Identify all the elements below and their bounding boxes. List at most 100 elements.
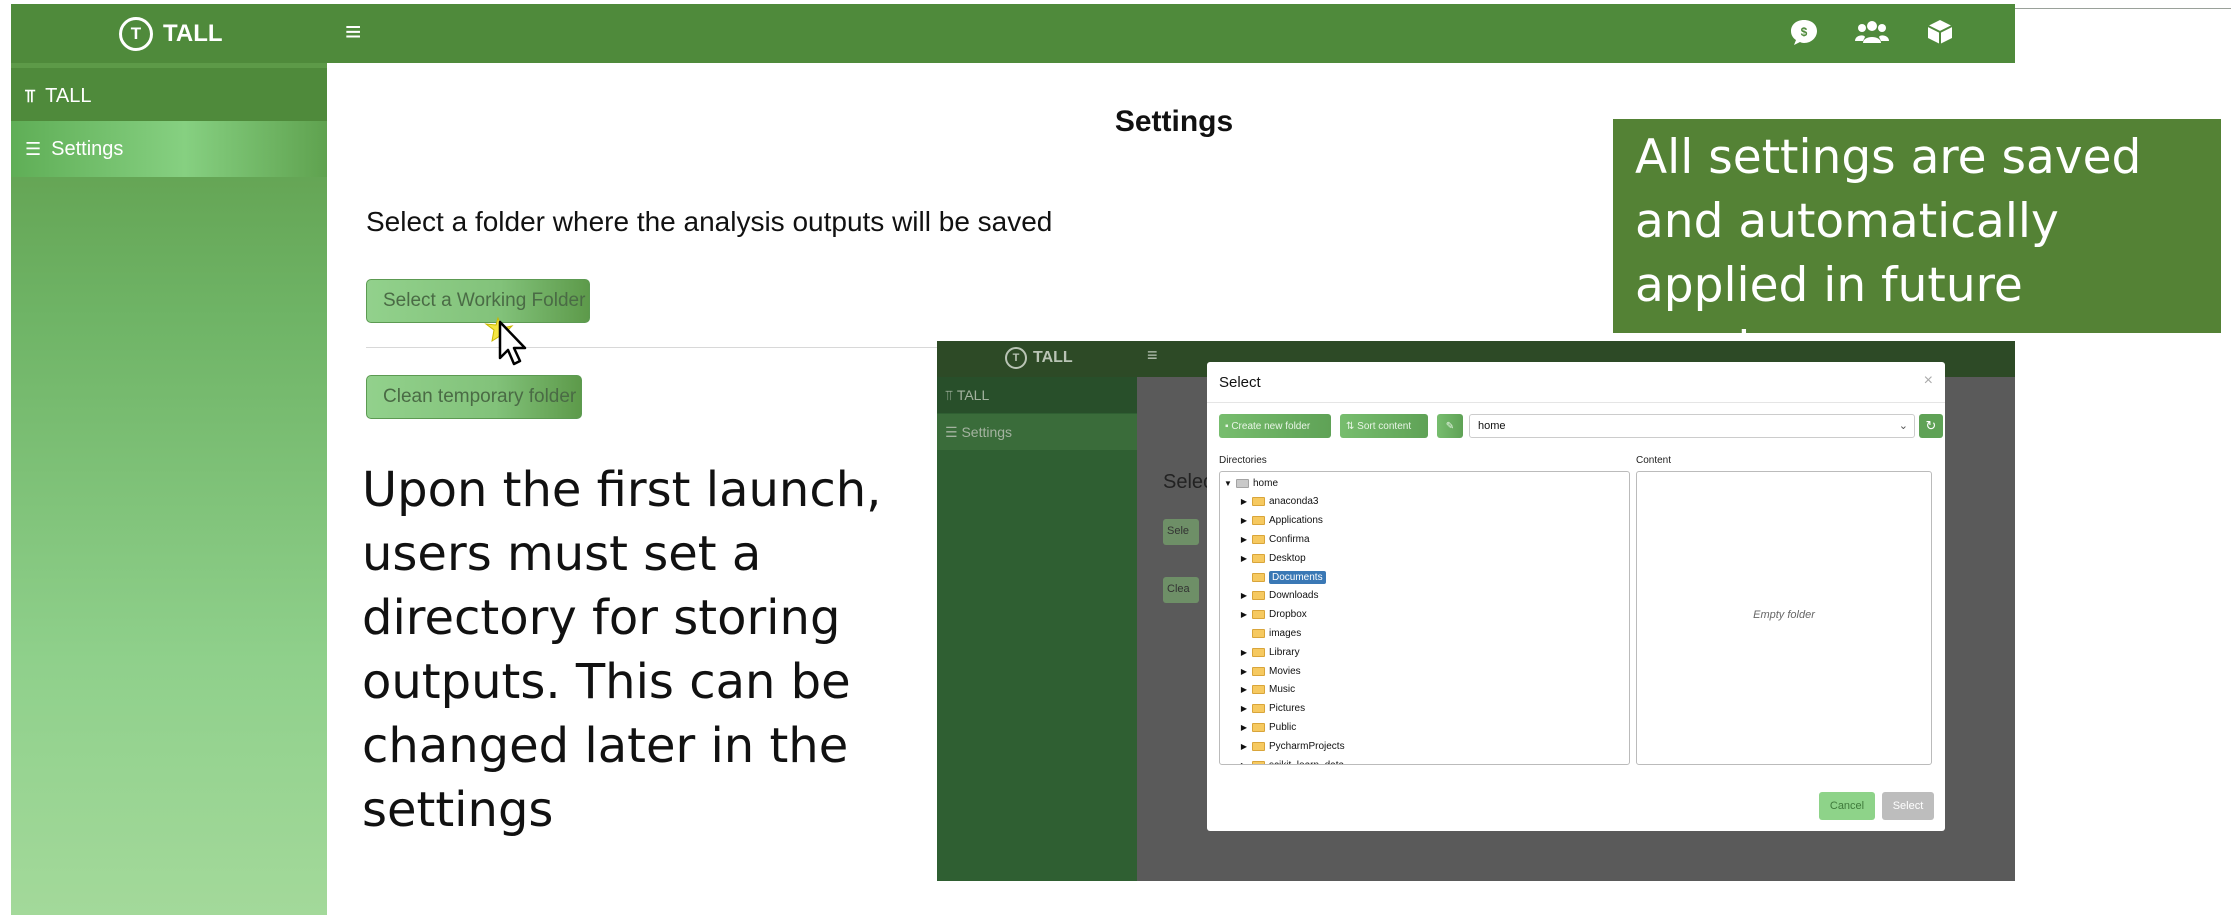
tree-label: home bbox=[1253, 477, 1279, 489]
folder-icon bbox=[1252, 741, 1265, 751]
sort-icon: ⇅ bbox=[1346, 420, 1358, 432]
select-button[interactable]: Select bbox=[1882, 792, 1934, 820]
directories-label: Directories bbox=[1219, 455, 1267, 466]
folder-icon bbox=[1252, 704, 1265, 714]
caret-right-icon[interactable]: ▶ bbox=[1240, 742, 1248, 751]
top-rule bbox=[2015, 8, 2231, 9]
caret-right-icon[interactable]: ▶ bbox=[1240, 516, 1248, 525]
tree-label: Music bbox=[1269, 684, 1296, 696]
svg-text:$: $ bbox=[1801, 25, 1808, 39]
header-icons: $ bbox=[1784, 14, 1960, 50]
tree-item[interactable]: ▶ Movies bbox=[1240, 662, 1301, 680]
tree-item[interactable]: ▶ Dropbox bbox=[1240, 606, 1307, 624]
tree-item[interactable]: ▶ Library bbox=[1240, 643, 1300, 661]
folder-icon bbox=[1252, 572, 1265, 582]
sort-content-button[interactable]: ⇅ Sort content bbox=[1340, 414, 1428, 438]
tree-label: Movies bbox=[1269, 665, 1301, 677]
caret-right-icon[interactable]: ▶ bbox=[1240, 667, 1248, 676]
tree-label: scikit_learn_data bbox=[1269, 759, 1345, 765]
folder-icon bbox=[1252, 591, 1265, 601]
tree-item[interactable]: Documents bbox=[1240, 568, 1326, 586]
top-bar: T TALL ≡ $ bbox=[11, 4, 2015, 63]
tree-item[interactable]: ▶ Applications bbox=[1240, 512, 1323, 530]
inset-sidebar: ⫪ TALL ☰ Settings bbox=[937, 377, 1137, 881]
content-panel: Empty folder bbox=[1636, 471, 1932, 765]
note-box: All settings are saved and automatically… bbox=[1613, 119, 2221, 377]
caret-down-icon[interactable]: ▼ bbox=[1224, 479, 1232, 488]
brand-name: TALL bbox=[163, 20, 223, 47]
caption-text: Upon the first launch, users must set a … bbox=[362, 462, 882, 838]
inset-sidebar-label: TALL bbox=[956, 387, 990, 403]
chat-dollar-icon[interactable]: $ bbox=[1784, 14, 1824, 50]
folder-icon bbox=[1236, 478, 1249, 488]
tree-item[interactable]: ▶ Music bbox=[1240, 681, 1295, 699]
close-icon[interactable]: × bbox=[1924, 372, 1933, 390]
tree-item[interactable]: ▶ PycharmProjects bbox=[1240, 737, 1345, 755]
tutorial-slide: T TALL ≡ $ ⫪ TALL ☰ Settings Settings Se… bbox=[0, 0, 2231, 915]
path-value: home bbox=[1478, 420, 1506, 432]
tree-root[interactable]: ▼ home bbox=[1224, 474, 1278, 492]
caret-right-icon[interactable]: ▶ bbox=[1240, 685, 1248, 694]
directories-tree: ▼ home ▶ anaconda3 ▶ Applications ▶ Confirma ▶ De… bbox=[1219, 471, 1630, 765]
caret-right-icon[interactable]: ▶ bbox=[1240, 761, 1248, 765]
divider bbox=[366, 347, 1026, 348]
empty-folder-text: Empty folder bbox=[1753, 609, 1815, 621]
tree-item[interactable]: ▶ Confirma bbox=[1240, 530, 1310, 548]
tree-label: Documents bbox=[1269, 570, 1326, 584]
caret-right-icon[interactable]: ▶ bbox=[1240, 648, 1248, 657]
tree-label: anaconda3 bbox=[1269, 496, 1319, 508]
folder-icon bbox=[1252, 610, 1265, 620]
folder-icon bbox=[1252, 534, 1265, 544]
refresh-icon[interactable]: ↻ bbox=[1919, 414, 1943, 438]
tree-item[interactable]: ▶ Pictures bbox=[1240, 700, 1305, 718]
list-settings-icon: ☰ bbox=[25, 138, 42, 159]
caret-right-icon[interactable]: ▶ bbox=[1240, 591, 1248, 600]
caret-right-icon[interactable]: ▶ bbox=[1240, 554, 1248, 563]
folder-icon bbox=[1252, 553, 1265, 563]
cancel-button[interactable]: Cancel bbox=[1819, 792, 1875, 820]
tree-item[interactable]: ▶ scikit_learn_data bbox=[1240, 756, 1345, 765]
sidebar-item-tall[interactable]: ⫪ TALL bbox=[11, 68, 327, 124]
brand[interactable]: T TALL bbox=[119, 14, 223, 54]
pencil-icon: ✎ bbox=[1445, 420, 1455, 432]
select-working-folder-button[interactable]: Select a Working Folder bbox=[366, 279, 590, 323]
caret-right-icon[interactable]: ▶ bbox=[1240, 535, 1248, 544]
caret-right-icon[interactable]: ▶ bbox=[1240, 610, 1248, 619]
chevron-down-icon: ⌄ bbox=[1898, 420, 1908, 432]
tree-label: Applications bbox=[1269, 515, 1323, 527]
list-settings-icon: ☰ bbox=[945, 423, 962, 440]
folder-icon bbox=[1252, 647, 1265, 657]
tree-label: Dropbox bbox=[1269, 609, 1307, 621]
caret-right-icon[interactable]: ▶ bbox=[1240, 704, 1248, 713]
edit-path-button[interactable]: ✎ bbox=[1437, 414, 1463, 438]
sidebar-item-label: TALL bbox=[45, 84, 92, 107]
create-new-folder-button[interactable]: ▪ Create new folder bbox=[1219, 414, 1331, 438]
inset-brand: T TALL bbox=[1005, 347, 1073, 369]
folder-icon bbox=[1252, 685, 1265, 695]
inset-button-fragment: Clea bbox=[1163, 577, 1199, 603]
modal-title: Select bbox=[1219, 374, 1261, 391]
sidebar-item-label: Settings bbox=[51, 137, 124, 160]
inset-page-fragment: Selec bbox=[1163, 471, 1214, 493]
tree-item[interactable]: ▶ Desktop bbox=[1240, 549, 1306, 567]
cube-icon[interactable] bbox=[1920, 14, 1960, 50]
page-title: Settings bbox=[1114, 105, 1234, 138]
caret-right-icon[interactable]: ▶ bbox=[1240, 497, 1248, 506]
folder-icon bbox=[1252, 722, 1265, 732]
tree-item[interactable]: ▶ Public bbox=[1240, 718, 1296, 736]
tree-item[interactable]: ▶ Downloads bbox=[1240, 587, 1319, 605]
tree-label: Pictures bbox=[1269, 703, 1306, 715]
sort-content-label: Sort content bbox=[1357, 420, 1412, 432]
path-select[interactable]: home ⌄ bbox=[1469, 414, 1915, 438]
sidebar: ⫪ TALL ☰ Settings bbox=[11, 63, 327, 915]
content-label: Content bbox=[1636, 455, 1672, 466]
tall-logo-icon: T bbox=[119, 17, 153, 51]
clean-temporary-folder-button[interactable]: Clean temporary folder bbox=[366, 375, 582, 419]
tree-item[interactable]: ▶ anaconda3 bbox=[1240, 493, 1319, 511]
sidebar-item-settings[interactable]: ☰ Settings bbox=[11, 121, 327, 177]
users-icon[interactable] bbox=[1852, 14, 1892, 50]
tree-item[interactable]: images bbox=[1240, 624, 1301, 642]
hamburger-icon[interactable]: ≡ bbox=[345, 15, 361, 49]
folder-icon bbox=[1252, 760, 1265, 764]
caret-right-icon[interactable]: ▶ bbox=[1240, 723, 1248, 732]
